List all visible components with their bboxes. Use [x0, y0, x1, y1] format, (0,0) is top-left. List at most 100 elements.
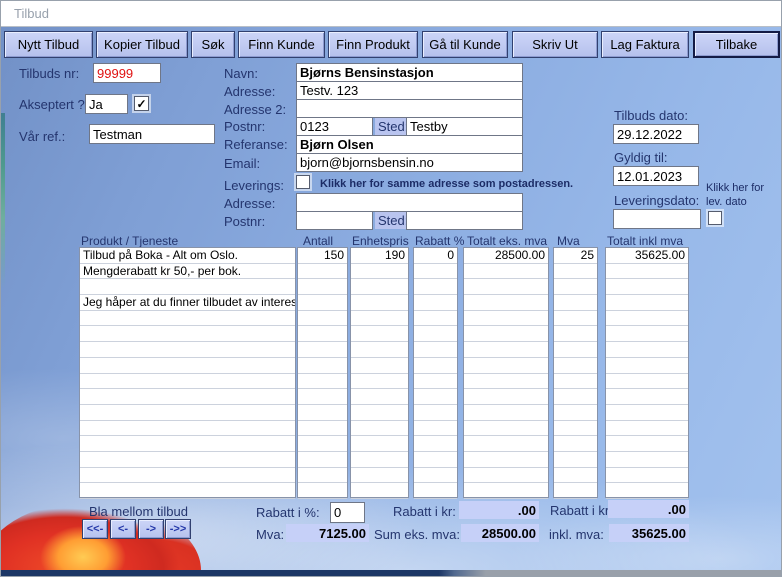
table-cell[interactable]	[606, 342, 688, 358]
table-cell[interactable]	[80, 311, 295, 327]
gyldig-til-field[interactable]: 12.01.2023	[613, 166, 699, 186]
ga-til-kunde-button[interactable]: Gå til Kunde	[422, 31, 508, 58]
table-cell[interactable]	[414, 326, 457, 342]
table-cell[interactable]	[351, 468, 408, 484]
table-cell[interactable]	[554, 483, 597, 499]
email-field[interactable]: bjorn@bjornsbensin.no	[296, 153, 523, 172]
table-cell[interactable]: 28500.00	[464, 248, 548, 264]
first-record-button[interactable]: <<-	[82, 519, 108, 539]
table-cell[interactable]	[464, 264, 548, 280]
table-cell[interactable]	[80, 342, 295, 358]
delivery-sted-field[interactable]	[406, 211, 523, 230]
sok-button[interactable]: Søk	[191, 31, 235, 58]
table-cell[interactable]	[351, 452, 408, 468]
table-cell[interactable]	[351, 264, 408, 280]
table-cell[interactable]	[554, 436, 597, 452]
table-cell[interactable]	[298, 264, 347, 280]
table-cell[interactable]	[464, 358, 548, 374]
last-record-button[interactable]: ->>	[165, 519, 191, 539]
table-cell[interactable]	[351, 279, 408, 295]
table-cell[interactable]: 190	[351, 248, 408, 264]
table-cell[interactable]	[606, 452, 688, 468]
table-cell[interactable]	[414, 311, 457, 327]
table-cell[interactable]: 35625.00	[606, 248, 688, 264]
table-cell[interactable]	[298, 421, 347, 437]
table-cell[interactable]	[464, 421, 548, 437]
table-cell[interactable]	[414, 295, 457, 311]
table-cell[interactable]	[80, 483, 295, 499]
table-cell[interactable]	[298, 342, 347, 358]
table-cell[interactable]	[606, 374, 688, 390]
table-cell[interactable]	[351, 436, 408, 452]
table-cell[interactable]	[298, 436, 347, 452]
table-cell[interactable]	[414, 374, 457, 390]
table-cell[interactable]	[298, 452, 347, 468]
table-cell[interactable]	[464, 452, 548, 468]
table-cell[interactable]	[606, 311, 688, 327]
adresse-field[interactable]: Testv. 123	[296, 81, 523, 100]
table-cell[interactable]	[606, 279, 688, 295]
table-cell[interactable]	[80, 468, 295, 484]
table-cell[interactable]	[351, 421, 408, 437]
same-address-checkbox[interactable]	[296, 175, 310, 189]
table-cell[interactable]: Mengderabatt kr 50,- per bok.	[80, 264, 295, 280]
table-cell[interactable]	[80, 436, 295, 452]
nytt-tilbud-button[interactable]: Nytt Tilbud	[4, 31, 93, 58]
table-cell[interactable]	[606, 389, 688, 405]
table-cell[interactable]	[351, 374, 408, 390]
table-cell[interactable]	[414, 452, 457, 468]
tilbuds-nr-field[interactable]: 99999	[93, 63, 161, 83]
table-cell[interactable]	[80, 279, 295, 295]
table-cell[interactable]	[80, 389, 295, 405]
navn-field[interactable]: Bjørns Bensinstasjon	[296, 63, 523, 82]
table-cell[interactable]	[606, 295, 688, 311]
table-cell[interactable]	[414, 421, 457, 437]
table-cell[interactable]	[414, 264, 457, 280]
table-cell[interactable]	[464, 483, 548, 499]
table-cell[interactable]	[554, 389, 597, 405]
table-cell[interactable]	[606, 405, 688, 421]
table-cell[interactable]	[554, 342, 597, 358]
skriv-ut-button[interactable]: Skriv Ut	[512, 31, 598, 58]
table-cell[interactable]	[414, 405, 457, 421]
delivery-adresse-field[interactable]	[296, 193, 523, 212]
table-cell[interactable]	[606, 436, 688, 452]
rabatt-pct-field[interactable]: 0	[330, 502, 365, 523]
table-cell[interactable]	[298, 374, 347, 390]
sted-field[interactable]: Testby	[406, 117, 523, 136]
table-cell[interactable]	[554, 358, 597, 374]
table-cell[interactable]: Jeg håper at du finner tilbudet av inter…	[80, 295, 295, 311]
table-cell[interactable]	[606, 326, 688, 342]
table-cell[interactable]	[298, 483, 347, 499]
table-cell[interactable]	[351, 483, 408, 499]
table-cell[interactable]	[80, 326, 295, 342]
lag-faktura-button[interactable]: Lag Faktura	[601, 31, 689, 58]
table-cell[interactable]: 0	[414, 248, 457, 264]
table-cell[interactable]	[351, 405, 408, 421]
table-cell[interactable]	[464, 468, 548, 484]
table-cell[interactable]	[554, 468, 597, 484]
table-cell[interactable]	[554, 295, 597, 311]
table-cell[interactable]	[464, 389, 548, 405]
delivery-postnr-field[interactable]	[296, 211, 373, 230]
table-cell[interactable]	[351, 342, 408, 358]
table-cell[interactable]	[298, 405, 347, 421]
table-cell[interactable]: 150	[298, 248, 347, 264]
finn-produkt-button[interactable]: Finn Produkt	[328, 31, 418, 58]
table-cell[interactable]	[351, 295, 408, 311]
table-cell[interactable]	[554, 311, 597, 327]
table-cell[interactable]	[351, 389, 408, 405]
postnr-field[interactable]: 0123	[296, 117, 373, 136]
table-cell[interactable]	[80, 452, 295, 468]
table-cell[interactable]	[414, 279, 457, 295]
table-cell[interactable]	[414, 342, 457, 358]
table-cell[interactable]	[464, 311, 548, 327]
tilbake-button[interactable]: Tilbake	[693, 31, 780, 58]
referanse-field[interactable]: Bjørn Olsen	[296, 135, 523, 154]
table-cell[interactable]	[351, 311, 408, 327]
table-cell[interactable]	[464, 405, 548, 421]
table-cell[interactable]	[298, 358, 347, 374]
table-cell[interactable]	[80, 421, 295, 437]
table-cell[interactable]	[554, 264, 597, 280]
tilbuds-dato-field[interactable]: 29.12.2022	[613, 124, 699, 144]
